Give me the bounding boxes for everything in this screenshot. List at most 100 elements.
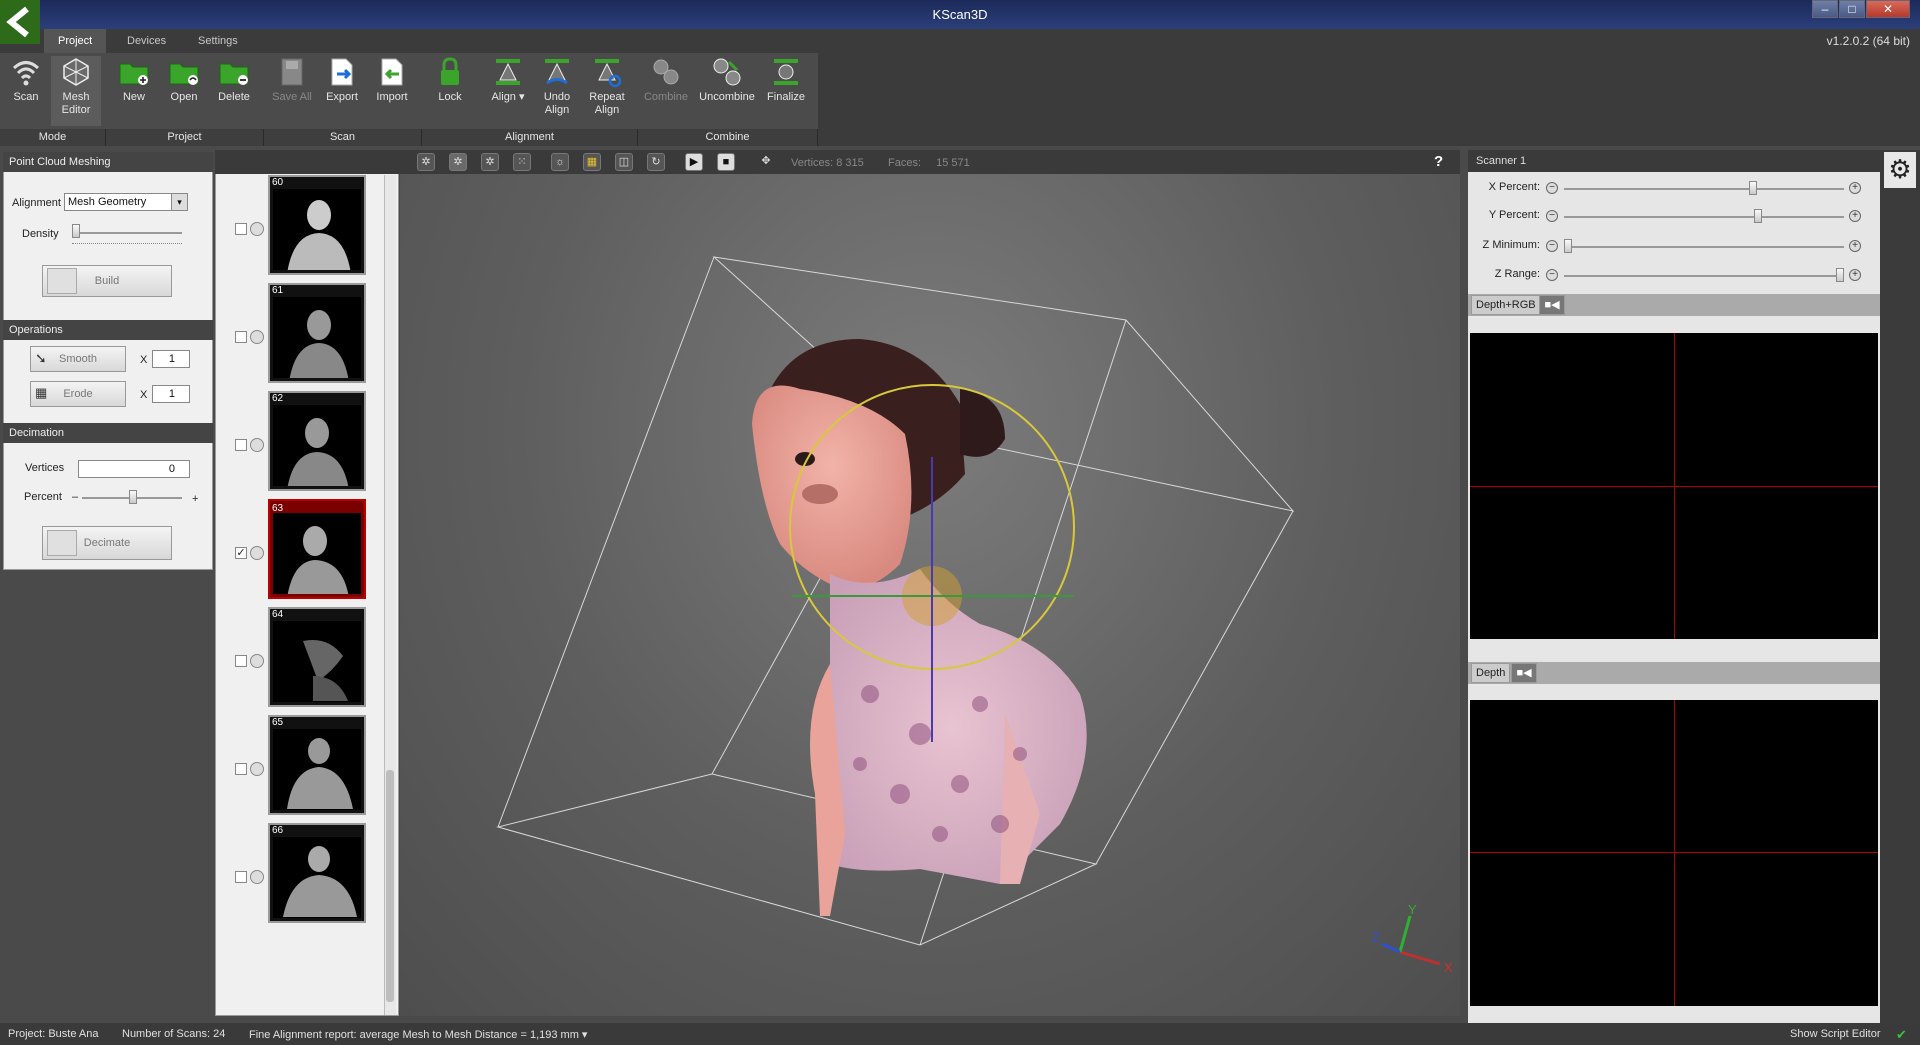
align-button[interactable]: Align ▾ (483, 56, 533, 104)
delete-button[interactable]: Delete (209, 56, 259, 104)
z-minimum-handle[interactable] (1564, 239, 1572, 253)
erode-button[interactable]: ▦ Erode (30, 381, 126, 407)
scan-thumbnail-60[interactable]: 60 (268, 175, 366, 275)
scan-checkbox-64[interactable] (235, 655, 247, 667)
3d-viewport[interactable]: X Y Z (400, 174, 1460, 1016)
render-mesh-icon[interactable]: ✲ (449, 153, 467, 171)
maximize-button[interactable]: □ (1839, 0, 1865, 18)
build-label: Build (94, 275, 120, 287)
scan-visibility-icon[interactable] (250, 330, 264, 344)
camera-icon[interactable]: ■◀ (1539, 295, 1565, 315)
move-icon[interactable]: ✥ (757, 153, 775, 171)
help-icon[interactable]: ? (1434, 153, 1443, 170)
x-percent-handle[interactable] (1748, 181, 1757, 195)
scrollbar-thumb[interactable] (386, 770, 394, 1002)
scan-checkbox-65[interactable] (235, 763, 247, 775)
show-script-editor-link[interactable]: Show Script Editor (1790, 1028, 1880, 1040)
rotate-icon[interactable]: ↻ (647, 153, 665, 171)
alignment-select[interactable]: Mesh Geometry ▾ (64, 193, 188, 211)
smooth-button[interactable]: ➘ Smooth (30, 346, 126, 372)
x-percent-track[interactable] (1564, 188, 1844, 190)
combine-button[interactable]: Combine (641, 56, 691, 104)
new-button[interactable]: New (109, 56, 159, 104)
scan-visibility-icon[interactable] (250, 438, 264, 452)
save-all-button[interactable]: Save All (267, 56, 317, 104)
scan-thumbnail-63[interactable]: 63 (268, 499, 366, 599)
x-percent-plus-icon[interactable]: + (1849, 182, 1861, 194)
x-percent-minus-icon[interactable]: − (1546, 182, 1558, 194)
minimize-button[interactable]: – (1812, 0, 1838, 18)
play-icon[interactable]: ▶ (685, 153, 703, 171)
uncombine-button[interactable]: Uncombine (698, 56, 756, 104)
z-minimum-track[interactable] (1564, 246, 1844, 248)
scan-button[interactable]: Scan (1, 56, 51, 104)
scan-thumbnail-64[interactable]: 64 (268, 607, 366, 707)
y-percent-handle[interactable] (1754, 209, 1763, 223)
scan-visibility-icon[interactable] (250, 654, 264, 668)
repeat-align-button[interactable]: Repeat Align (582, 56, 632, 117)
scan-number: 61 (272, 285, 284, 296)
scan-thumbnail-65[interactable]: 65 (268, 715, 366, 815)
decimate-button[interactable]: Decimate (42, 526, 172, 560)
bounding-box-icon[interactable]: ◫ (615, 153, 633, 171)
y-percent-minus-icon[interactable]: − (1546, 210, 1558, 222)
render-points-icon[interactable]: ✲ (417, 153, 435, 171)
decimation-header: Decimation (3, 423, 213, 443)
scan-visibility-icon[interactable] (250, 222, 264, 236)
scan-number: 64 (272, 609, 284, 620)
scan-checkbox-62[interactable] (235, 439, 247, 451)
undo-align-button[interactable]: Undo Align (532, 56, 582, 117)
scan-visibility-icon[interactable] (250, 546, 264, 560)
status-alignment-report[interactable]: Fine Alignment report: average Mesh to M… (249, 1028, 587, 1041)
depth-rgb-tab[interactable]: Depth+RGB (1471, 295, 1541, 315)
camera-icon[interactable]: ■◀ (1511, 663, 1537, 683)
y-percent-plus-icon[interactable]: + (1849, 210, 1861, 222)
y-percent-track[interactable] (1564, 216, 1844, 218)
z-minimum-plus-icon[interactable]: + (1849, 240, 1861, 252)
mesh-editor-button[interactable]: Mesh Editor (51, 56, 101, 126)
scan-checkbox-63[interactable]: ✓ (235, 547, 247, 559)
z-range-minus-icon[interactable]: − (1546, 269, 1558, 281)
app-logo-icon[interactable] (0, 0, 40, 44)
z-range-track[interactable] (1564, 275, 1844, 277)
scan-preview-image (273, 621, 361, 702)
z-range-handle[interactable] (1836, 268, 1844, 282)
close-button[interactable]: ✕ (1866, 0, 1910, 18)
render-dots-icon[interactable]: ⁙ (513, 153, 531, 171)
stop-icon[interactable]: ■ (717, 153, 735, 171)
scan-checkbox-66[interactable] (235, 871, 247, 883)
build-button[interactable]: Build (42, 265, 172, 297)
scan-checkbox-61[interactable] (235, 331, 247, 343)
scan-checkbox-60[interactable] (235, 223, 247, 235)
tab-devices[interactable]: Devices (113, 29, 180, 53)
scan-preview-image (273, 405, 361, 486)
scan-visibility-icon[interactable] (250, 762, 264, 776)
vertices-input[interactable]: 0 (78, 460, 190, 478)
erode-count-spinner[interactable]: 1 (152, 385, 190, 403)
depth-tab[interactable]: Depth (1471, 663, 1511, 683)
density-slider[interactable] (72, 232, 182, 234)
export-button[interactable]: Export (317, 56, 367, 104)
density-slider-handle[interactable] (72, 224, 80, 238)
smooth-count-spinner[interactable]: 1 (152, 350, 190, 368)
open-button[interactable]: Open (159, 56, 209, 104)
scan-visibility-icon[interactable] (250, 870, 264, 884)
percent-slider-handle[interactable] (129, 490, 137, 504)
tab-settings[interactable]: Settings (184, 29, 252, 53)
smooth-count-value: 1 (168, 353, 175, 365)
lock-button[interactable]: Lock (425, 56, 475, 104)
finalize-button[interactable]: Finalize (761, 56, 811, 104)
render-wire-icon[interactable]: ✲ (481, 153, 499, 171)
import-button[interactable]: Import (367, 56, 417, 104)
scanned-bust-mesh (752, 339, 1087, 916)
gear-icon[interactable]: ⚙ (1884, 152, 1916, 188)
tab-project[interactable]: Project (44, 29, 107, 53)
scan-thumbnail-62[interactable]: 62 (268, 391, 366, 491)
scan-thumbnail-66[interactable]: 66 (268, 823, 366, 923)
group-label-project: Project (106, 129, 264, 146)
scan-thumbnail-61[interactable]: 61 (268, 283, 366, 383)
z-range-plus-icon[interactable]: + (1849, 269, 1861, 281)
texture-grid-icon[interactable]: ▦ (583, 153, 601, 171)
z-minimum-minus-icon[interactable]: − (1546, 240, 1558, 252)
light-bulb-icon[interactable]: ☼ (551, 153, 569, 171)
